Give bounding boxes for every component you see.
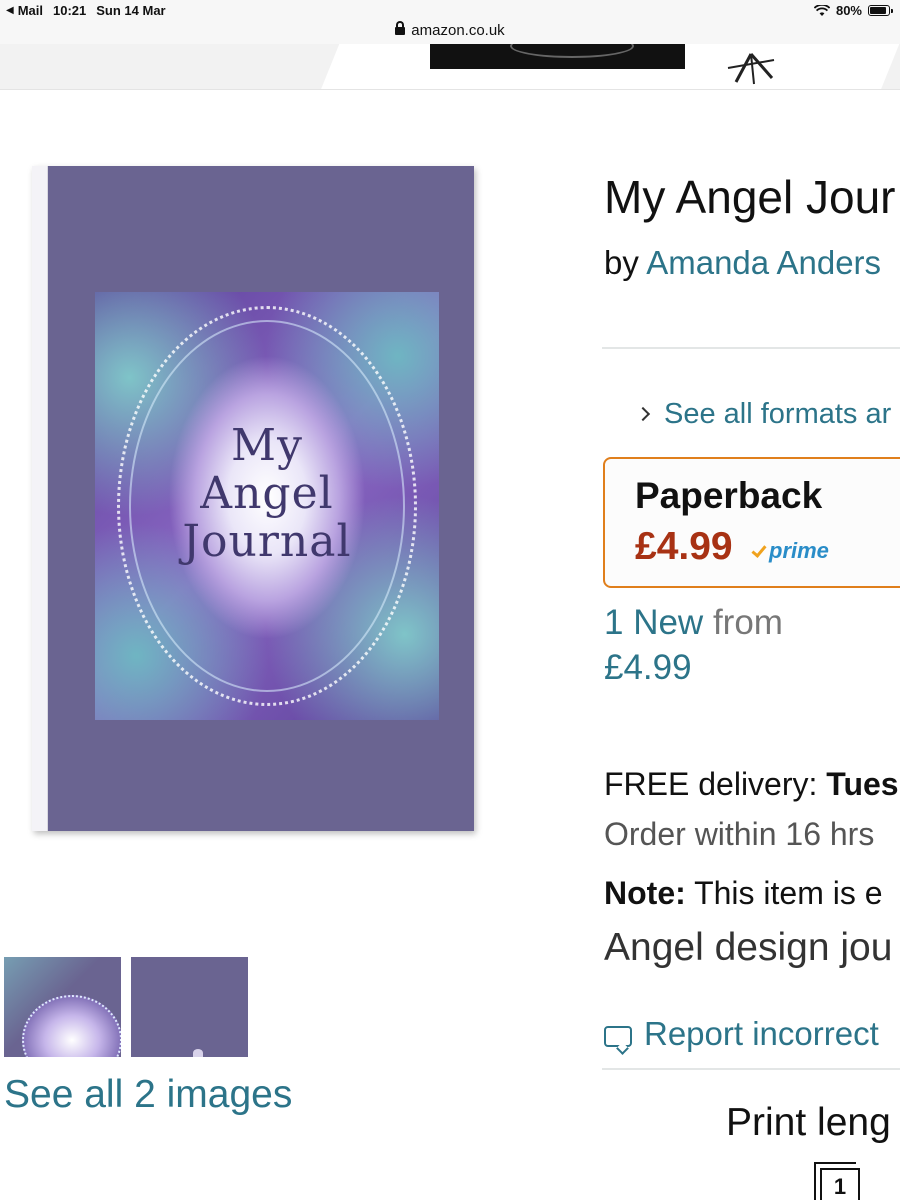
product-description: Angel design jou [604,926,893,969]
note: Note: This item is e [604,875,883,912]
offers-price[interactable]: £4.99 [604,645,783,690]
prime-badge: prime [751,538,829,564]
thumbnail-2[interactable] [131,957,248,1057]
divider [602,1068,900,1070]
chevron-right-icon [635,406,651,422]
note-text: This item is e [694,875,883,911]
cover-title: My Angel Journal [95,422,439,566]
cover-title-line: My [231,420,303,471]
prime-label: prime [769,538,829,563]
thumbnail-1[interactable] [4,957,121,1057]
cover-artwork: My Angel Journal [95,292,439,720]
lock-icon [395,21,406,35]
formats-link-text[interactable]: See all formats ar [664,398,891,430]
author-link[interactable]: Amanda Anders [646,244,881,281]
note-label: Note: [604,875,686,911]
report-incorrect-link[interactable]: Report incorrect [604,1015,879,1053]
battery-percent: 80% [835,3,862,18]
promo-banner[interactable] [0,44,900,90]
paperback-format-card[interactable]: Paperback £4.99 prime [603,457,900,588]
see-all-images-link[interactable]: See all 2 images [4,1073,292,1117]
format-price: £4.99 [635,525,733,568]
address-bar[interactable]: amazon.co.uk [0,21,900,44]
print-length-label: Print leng [726,1101,891,1144]
offers-from: from [712,603,783,642]
see-all-formats-link[interactable]: See all formats ar [635,398,891,431]
banner-ad-image[interactable] [430,44,685,69]
back-app-label[interactable]: Mail [18,3,43,18]
battery-icon [868,5,893,16]
delivery-info: FREE delivery: Tues [604,766,899,803]
prime-check-icon [751,542,767,558]
status-time: 10:21 [53,3,87,18]
byline: by Amanda Anders [604,244,881,282]
format-label: Paperback [635,475,823,516]
product-title: My Angel Jour [604,171,896,223]
offers-link[interactable]: 1 New from £4.99 [604,600,783,690]
order-within-text: Order within 16 hrs [604,816,875,852]
tripod-icon [727,53,775,85]
pages-icon-number: 1 [833,1174,847,1199]
delivery-label: FREE delivery: [604,766,818,802]
speech-bubble-icon [604,1026,632,1047]
divider [602,347,900,349]
back-arrow-icon[interactable]: ◀ [6,5,14,16]
url-text[interactable]: amazon.co.uk [411,22,504,39]
report-label[interactable]: Report incorrect [644,1015,879,1052]
product-main-image[interactable]: My Angel Journal [32,166,474,831]
delivery-day: Tues [826,766,899,802]
cover-title-line: Journal [182,516,352,567]
cover-title-line: Angel [200,468,334,519]
offers-count[interactable]: 1 New [604,603,703,642]
cover-spine [32,166,48,831]
status-bar: ◀ Mail 10:21 Sun 14 Mar 80% [0,0,900,22]
by-prefix: by [604,244,639,281]
pages-icon: 1 [814,1162,860,1200]
wifi-icon [813,4,830,16]
status-date: Sun 14 Mar [96,3,166,18]
